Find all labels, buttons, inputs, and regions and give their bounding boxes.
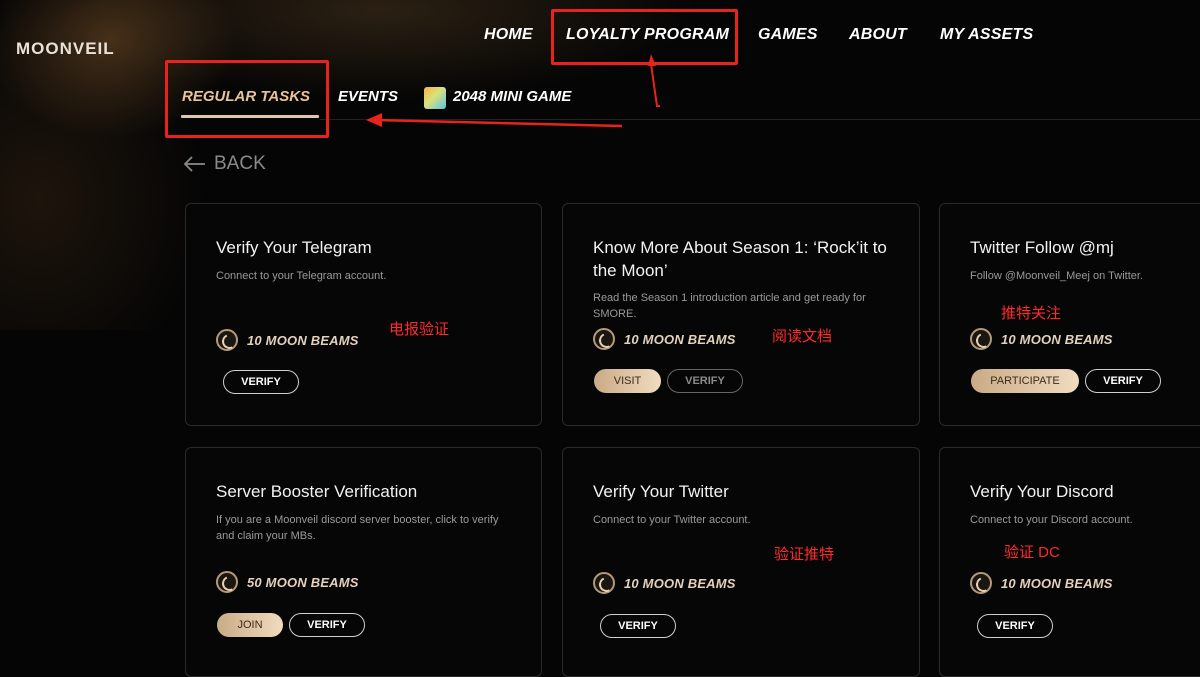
moon-beam-icon xyxy=(216,571,238,593)
nav-home[interactable]: HOME xyxy=(484,26,533,44)
verify-button[interactable]: VERIFY xyxy=(600,614,676,638)
task-description: Read the Season 1 introduction article a… xyxy=(593,292,866,320)
task-card-season1: Know More About Season 1: ‘Rock’it to th… xyxy=(562,203,920,426)
annotation-verify-twitter: 验证推特 xyxy=(774,546,835,563)
back-button[interactable]: BACK xyxy=(184,153,266,175)
verify-button[interactable]: VERIFY xyxy=(667,369,743,393)
nav-my-assets[interactable]: MY ASSETS xyxy=(940,26,1033,44)
reward-label: 10 MOON BEAMS xyxy=(624,331,736,347)
task-description: Connect to your Telegram account. xyxy=(216,270,387,282)
verify-button[interactable]: VERIFY xyxy=(223,370,299,394)
task-title: Server Booster Verification xyxy=(216,482,418,501)
reward-label: 10 MOON BEAMS xyxy=(624,575,736,591)
reward-label: 50 MOON BEAMS xyxy=(247,574,359,590)
nav-games[interactable]: GAMES xyxy=(758,26,818,44)
reward-label: 10 MOON BEAMS xyxy=(247,332,359,348)
task-description: Connect to your Discord account. xyxy=(970,514,1133,526)
participate-button[interactable]: PARTICIPATE xyxy=(971,369,1079,393)
verify-button[interactable]: VERIFY xyxy=(1085,369,1161,393)
visit-button[interactable]: VISIT xyxy=(594,369,661,393)
task-card-telegram: Verify Your Telegram Connect to your Tel… xyxy=(185,203,542,426)
task-title: Know More About Season 1: ‘Rock’it to th… xyxy=(593,238,887,280)
verify-button[interactable]: VERIFY xyxy=(977,614,1053,638)
task-title: Verify Your Telegram xyxy=(216,238,372,257)
task-card-verify-discord: Verify Your Discord Connect to your Disc… xyxy=(939,447,1200,677)
annotation-read-doc: 阅读文档 xyxy=(772,328,833,345)
task-title: Verify Your Discord xyxy=(970,482,1114,501)
moon-beam-icon xyxy=(970,328,992,350)
reward-label: 10 MOON BEAMS xyxy=(1001,331,1113,347)
task-card-verify-twitter: Verify Your Twitter Connect to your Twit… xyxy=(562,447,920,677)
reward-label: 10 MOON BEAMS xyxy=(1001,575,1113,591)
task-title: Verify Your Twitter xyxy=(593,482,729,501)
task-card-server-booster: Server Booster Verification If you are a… xyxy=(185,447,542,677)
task-description: Follow @Moonveil_Meej on Twitter. xyxy=(970,270,1143,282)
highlight-box-regular-tasks xyxy=(165,60,329,138)
task-reward: 10 MOON BEAMS xyxy=(970,572,1113,594)
annotation-twitter-follow: 推特关注 xyxy=(1001,305,1062,322)
task-title: Twitter Follow @mj xyxy=(970,238,1114,257)
task-card-twitter-follow: Twitter Follow @mj Follow @Moonveil_Meej… xyxy=(939,203,1200,426)
moon-beam-icon xyxy=(970,572,992,594)
task-reward: 10 MOON BEAMS xyxy=(970,328,1113,350)
task-reward: 50 MOON BEAMS xyxy=(216,571,359,593)
moon-beam-icon xyxy=(593,572,615,594)
verify-button[interactable]: VERIFY xyxy=(289,613,365,637)
nav-about[interactable]: ABOUT xyxy=(849,26,907,44)
task-reward: 10 MOON BEAMS xyxy=(593,328,736,350)
arrow-left-icon xyxy=(184,156,205,172)
task-reward: 10 MOON BEAMS xyxy=(593,572,736,594)
task-description: Connect to your Twitter account. xyxy=(593,514,751,526)
annotation-arrow-icon xyxy=(366,54,660,128)
join-button[interactable]: JOIN xyxy=(217,613,283,637)
annotation-verify-dc: 验证 DC xyxy=(1004,544,1060,561)
task-reward: 10 MOON BEAMS xyxy=(216,329,359,351)
moon-beam-icon xyxy=(216,329,238,351)
back-label: BACK xyxy=(214,153,266,174)
moon-beam-icon xyxy=(593,328,615,350)
task-description: If you are a Moonveil discord server boo… xyxy=(216,514,499,542)
annotation-telegram: 电报验证 xyxy=(389,321,450,338)
